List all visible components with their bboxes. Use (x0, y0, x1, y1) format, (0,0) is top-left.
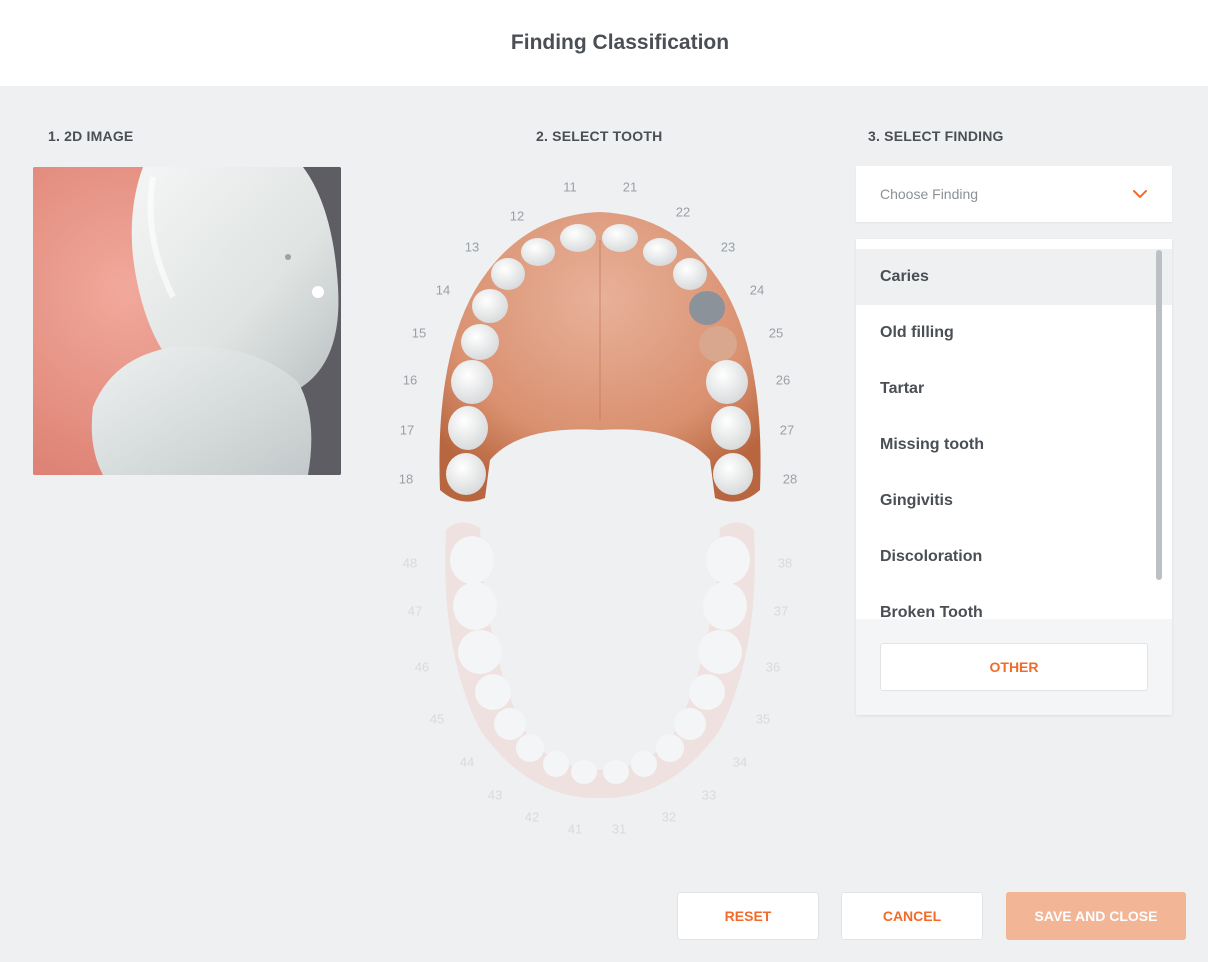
finding-item-old-filling[interactable]: Old filling (856, 305, 1172, 361)
tooth-25[interactable] (699, 326, 737, 362)
tooth-label-45[interactable]: 45 (430, 712, 444, 727)
tooth-label-12[interactable]: 12 (510, 209, 524, 224)
tooth-label-48[interactable]: 48 (403, 556, 417, 571)
tooth-28[interactable] (713, 453, 753, 495)
tooth-label-24[interactable]: 24 (750, 283, 764, 298)
intraoral-photo (33, 167, 341, 475)
tooth-label-47[interactable]: 47 (408, 604, 422, 619)
finding-select-placeholder: Choose Finding (880, 186, 979, 202)
tooth-14[interactable] (472, 289, 508, 323)
section-title-select-finding: 3. SELECT FINDING (868, 128, 1004, 144)
tooth-27[interactable] (711, 406, 751, 450)
tooth-label-28[interactable]: 28 (783, 472, 797, 487)
finding-item-caries[interactable]: Caries (856, 249, 1172, 305)
tooth-label-26[interactable]: 26 (776, 373, 790, 388)
finding-item-tartar[interactable]: Tartar (856, 361, 1172, 417)
tooth-label-14[interactable]: 14 (436, 283, 450, 298)
save-and-close-button[interactable]: SAVE AND CLOSE (1006, 892, 1186, 940)
tooth-13[interactable] (491, 258, 525, 290)
finding-item-missing-tooth[interactable]: Missing tooth (856, 417, 1172, 473)
finding-item-broken-tooth[interactable]: Broken Tooth (856, 585, 1172, 619)
finding-select[interactable]: Choose Finding (856, 166, 1172, 222)
tooth-label-18[interactable]: 18 (399, 472, 413, 487)
tooth-label-36[interactable]: 36 (766, 660, 780, 675)
tooth-label-25[interactable]: 25 (769, 326, 783, 341)
tooth-26[interactable] (706, 360, 748, 404)
findings-scrollbar[interactable] (1156, 250, 1162, 580)
chevron-down-icon (1133, 190, 1147, 198)
tooth-18[interactable] (446, 453, 486, 495)
finding-item-gingivitis[interactable]: Gingivitis (856, 473, 1172, 529)
tooth-label-34[interactable]: 34 (733, 755, 747, 770)
tooth-label-16[interactable]: 16 (403, 373, 417, 388)
tooth-label-33[interactable]: 33 (702, 788, 716, 803)
tooth-label-15[interactable]: 15 (412, 326, 426, 341)
tooth-label-27[interactable]: 27 (780, 423, 794, 438)
tooth-label-11[interactable]: 11 (563, 180, 577, 195)
section-title-select-tooth: 2. SELECT TOOTH (536, 128, 663, 144)
tooth-15[interactable] (461, 324, 499, 360)
tooth-22[interactable] (643, 238, 677, 266)
dialog-title: Finding Classification (510, 31, 730, 54)
tooth-label-44[interactable]: 44 (460, 755, 474, 770)
tooth-chart: 11 21 12 22 13 23 14 24 15 25 16 26 17 2… (380, 170, 820, 850)
tooth-label-13[interactable]: 13 (465, 240, 479, 255)
tooth-label-43[interactable]: 43 (488, 788, 502, 803)
tooth-label-23[interactable]: 23 (721, 240, 735, 255)
tooth-label-31[interactable]: 31 (612, 822, 626, 837)
tooth-label-35[interactable]: 35 (756, 712, 770, 727)
tooth-label-17[interactable]: 17 (400, 423, 414, 438)
tooth-21[interactable] (602, 224, 638, 252)
tooth-label-46[interactable]: 46 (415, 660, 429, 675)
tooth-11[interactable] (560, 224, 596, 252)
tooth-24-selected[interactable] (689, 291, 725, 325)
tooth-label-41[interactable]: 41 (568, 822, 582, 837)
tooth-16[interactable] (451, 360, 493, 404)
tooth-17[interactable] (448, 406, 488, 450)
section-title-2d-image: 1. 2D IMAGE (48, 128, 134, 144)
tooth-label-37[interactable]: 37 (774, 604, 788, 619)
tooth-label-22[interactable]: 22 (676, 205, 690, 220)
tooth-label-38[interactable]: 38 (778, 556, 792, 571)
tooth-23[interactable] (673, 258, 707, 290)
cancel-button[interactable]: CANCEL (841, 892, 983, 940)
finding-item-discoloration[interactable]: Discoloration (856, 529, 1172, 585)
lower-arch (445, 522, 755, 799)
findings-list[interactable]: Caries Old filling Tartar Missing tooth … (856, 239, 1172, 619)
tooth-label-32[interactable]: 32 (662, 810, 676, 825)
tooth-12[interactable] (521, 238, 555, 266)
tooth-label-21[interactable]: 21 (623, 180, 637, 195)
tooth-label-42[interactable]: 42 (525, 810, 539, 825)
other-button[interactable]: OTHER (880, 643, 1148, 691)
reset-button[interactable]: RESET (677, 892, 819, 940)
dialog-header: Finding Classification (0, 0, 1208, 86)
